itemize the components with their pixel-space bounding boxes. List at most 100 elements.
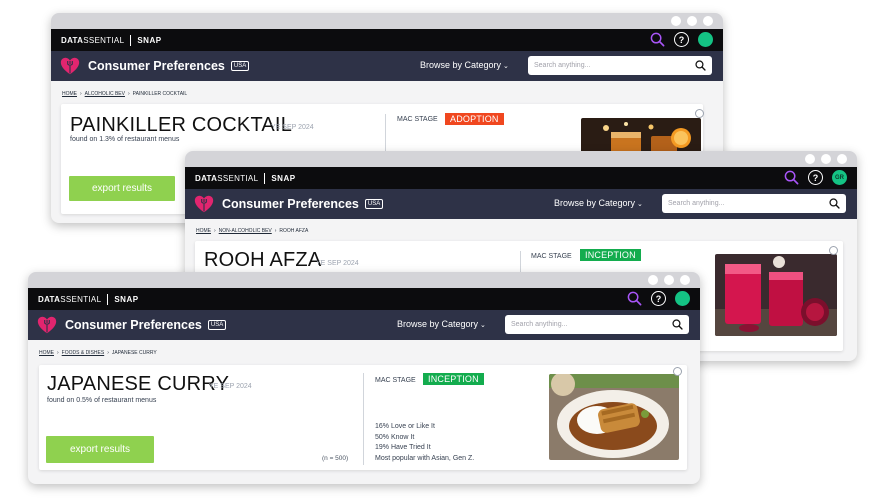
search-input[interactable]: Search anything... — [528, 56, 712, 75]
heart-fork-logo-icon[interactable] — [36, 314, 58, 336]
page-title: Consumer Preferences — [65, 318, 202, 332]
top-bar: DATASSENTIAL SNAP ? GR — [185, 167, 857, 189]
breadcrumb: HOME › FOODS & DISHES › JAPANESE CURRY — [39, 350, 157, 356]
search-input[interactable]: Search anything... — [505, 315, 689, 334]
mac-stage-badge: INCEPTION — [423, 373, 484, 385]
window-dot[interactable] — [805, 154, 815, 164]
screenshot-stage: DATASSENTIAL SNAP ? Consumer Preferences… — [0, 0, 889, 500]
browse-by-category[interactable]: Browse by Category ⌄ — [554, 198, 643, 208]
nav-bar: Consumer Preferences USA Browse by Categ… — [185, 189, 857, 219]
brand-logo[interactable]: DATASSENTIAL — [195, 174, 258, 183]
menu-penetration: found on 1.3% of restaurant menus — [70, 136, 180, 143]
help-icon[interactable]: ? — [651, 291, 666, 306]
breadcrumb-home[interactable]: HOME — [196, 228, 211, 234]
snap-label: SNAP — [271, 173, 296, 183]
card-divider — [363, 373, 364, 465]
browse-by-category[interactable]: Browse by Category ⌄ — [397, 319, 486, 329]
export-results-button[interactable]: export results — [69, 176, 175, 201]
window-japanese-curry: DATASSENTIAL SNAP ? Consumer Preferences… — [28, 272, 700, 484]
stat-love-like: 16% Love or Like It — [375, 423, 435, 430]
help-icon[interactable]: ? — [808, 170, 823, 185]
window-titlebar — [28, 272, 700, 288]
window-titlebar — [185, 151, 857, 167]
top-bar: DATASSENTIAL SNAP ? — [28, 288, 700, 310]
search-icon[interactable] — [627, 291, 642, 306]
window-dot[interactable] — [671, 16, 681, 26]
top-icons: ? GR — [784, 170, 847, 185]
snap-label: SNAP — [137, 35, 162, 45]
magnifier-icon[interactable] — [672, 319, 683, 330]
breadcrumb: HOME › NON-ALCOHOLIC BEV › ROOH AFZA — [196, 228, 309, 234]
top-icons: ? — [627, 291, 690, 306]
item-card: JAPANESE CURRY YE SEP 2024 found on 0.5%… — [39, 365, 687, 470]
chevron-down-icon: ⌄ — [637, 201, 643, 208]
breadcrumb-category[interactable]: ALCOHOLIC BEV — [85, 91, 125, 97]
item-name: JAPANESE CURRY — [47, 373, 230, 395]
window-controls — [671, 16, 713, 26]
brand-divider — [264, 172, 266, 184]
window-controls — [805, 154, 847, 164]
snap-label: SNAP — [114, 294, 139, 304]
window-dot[interactable] — [687, 16, 697, 26]
window-dot[interactable] — [837, 154, 847, 164]
magnifier-icon[interactable] — [695, 60, 706, 71]
breadcrumb-category[interactable]: FOODS & DISHES — [62, 350, 105, 356]
magnifier-icon[interactable] — [829, 198, 840, 209]
item-photo — [549, 374, 679, 460]
window-dot[interactable] — [648, 275, 658, 285]
search-icon[interactable] — [784, 170, 799, 185]
consumer-stats: 16% Love or Like It 50% Know It 19% Have… — [375, 422, 474, 464]
breadcrumb-home[interactable]: HOME — [62, 91, 77, 97]
window-controls — [648, 275, 690, 285]
nav-bar: Consumer Preferences USA Browse by Categ… — [28, 310, 700, 340]
item-name: ROOH AFZA — [204, 249, 322, 271]
mac-stage-label: MAC STAGE — [531, 253, 572, 260]
mac-stage-badge: ADOPTION — [445, 113, 504, 125]
search-icon[interactable] — [650, 32, 665, 47]
window-dot[interactable] — [680, 275, 690, 285]
select-radio[interactable] — [673, 367, 682, 376]
window-dot[interactable] — [821, 154, 831, 164]
top-icons: ? — [650, 32, 713, 47]
search-input[interactable]: Search anything... — [662, 194, 846, 213]
breadcrumb-current: PAINKILLER COCKTAIL — [132, 91, 188, 97]
window-titlebar — [51, 13, 723, 29]
item-name: PAINKILLER COCKTAIL — [70, 114, 293, 136]
avatar-icon[interactable]: GR — [832, 170, 847, 185]
item-photo — [715, 254, 837, 336]
japanese-curry-image — [549, 374, 679, 460]
period-label: YE SEP 2024 — [209, 383, 252, 390]
rooh-afza-image — [715, 254, 837, 336]
chevron-down-icon: ⌄ — [503, 63, 509, 70]
mac-stage-label: MAC STAGE — [397, 116, 438, 123]
chevron-down-icon: ⌄ — [480, 322, 486, 329]
top-bar: DATASSENTIAL SNAP ? — [51, 29, 723, 51]
window-dot[interactable] — [703, 16, 713, 26]
select-radio[interactable] — [695, 109, 704, 118]
brand-logo[interactable]: DATASSENTIAL — [38, 295, 101, 304]
region-badge[interactable]: USA — [230, 61, 250, 71]
window-dot[interactable] — [664, 275, 674, 285]
brand-divider — [107, 293, 109, 305]
stat-know-it: 50% Know It — [375, 433, 415, 441]
period-label: YE SEP 2024 — [271, 124, 314, 131]
heart-fork-logo-icon[interactable] — [59, 55, 81, 77]
page-title: Consumer Preferences — [222, 197, 359, 211]
breadcrumb-current: JAPANESE CURRY — [111, 350, 157, 356]
browse-by-category[interactable]: Browse by Category ⌄ — [420, 60, 509, 70]
select-radio[interactable] — [829, 246, 838, 255]
region-badge[interactable]: USA — [207, 320, 227, 330]
page-title: Consumer Preferences — [88, 59, 225, 73]
avatar-icon[interactable] — [698, 32, 713, 47]
export-results-button[interactable]: export results — [46, 436, 154, 463]
region-badge[interactable]: USA — [364, 199, 384, 209]
avatar-icon[interactable] — [675, 291, 690, 306]
breadcrumb-category[interactable]: NON-ALCOHOLIC BEV — [219, 228, 272, 234]
breadcrumb-home[interactable]: HOME — [39, 350, 54, 356]
brand-logo[interactable]: DATASSENTIAL — [61, 36, 124, 45]
stat-most-popular: Most popular with Asian, Gen Z. — [375, 454, 475, 462]
heart-fork-logo-icon[interactable] — [193, 193, 215, 215]
mac-stage-label: MAC STAGE — [375, 377, 416, 384]
help-icon[interactable]: ? — [674, 32, 689, 47]
menu-penetration: found on 0.5% of restaurant menus — [47, 397, 157, 404]
